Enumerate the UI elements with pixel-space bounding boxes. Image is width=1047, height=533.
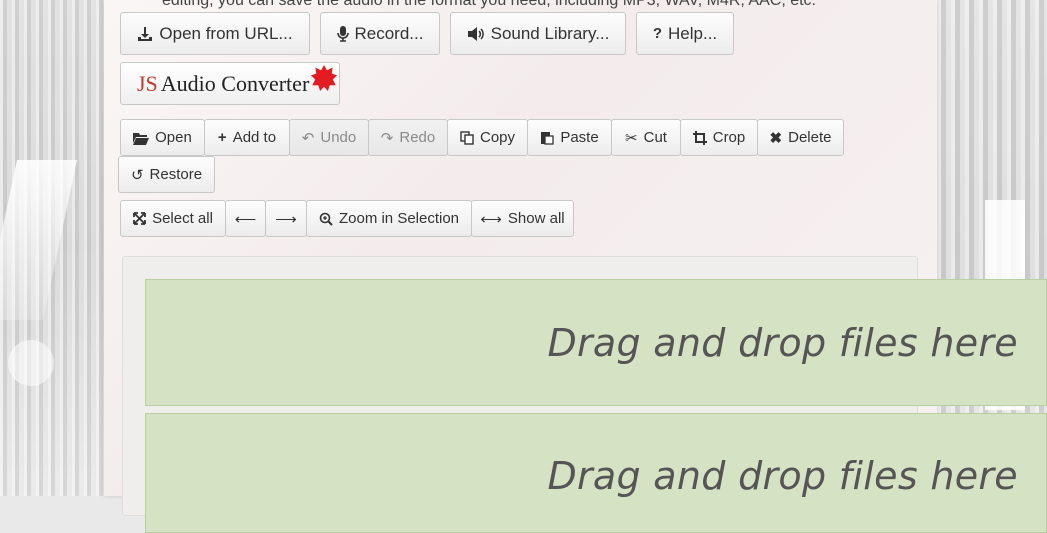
expand-icon	[133, 212, 146, 225]
arrow-right-icon: ⟶	[275, 210, 297, 228]
horizontal-arrows-icon: ⟷	[480, 210, 502, 228]
paste-icon	[540, 130, 554, 145]
music-note-decoration	[0, 160, 78, 320]
music-note-decoration	[8, 340, 54, 386]
sound-library-button[interactable]: Sound Library...	[450, 12, 626, 55]
add-to-button[interactable]: + Add to	[204, 119, 290, 156]
undo-icon: ↶	[301, 129, 315, 147]
microphone-icon	[336, 25, 349, 42]
drop-zone-1[interactable]: Drag and drop files here	[145, 279, 1047, 406]
zoom-in-selection-button[interactable]: Zoom in Selection	[306, 200, 472, 237]
redo-icon: ↷	[380, 129, 394, 147]
crop-icon	[692, 130, 707, 145]
paste-button[interactable]: Paste	[527, 119, 612, 156]
arrow-left-icon: ⟵	[234, 210, 257, 228]
redo-button[interactable]: ↷ Redo	[368, 119, 448, 156]
open-button[interactable]: Open	[120, 119, 205, 156]
copy-button[interactable]: Copy	[447, 119, 528, 156]
restore-button[interactable]: ↺ Restore	[118, 156, 215, 193]
zoom-in-icon	[319, 212, 333, 226]
cut-button[interactable]: ✂ Cut	[611, 119, 681, 156]
download-icon	[137, 26, 153, 42]
select-all-button[interactable]: Select all	[120, 200, 226, 237]
restore-icon: ↺	[130, 166, 144, 184]
open-from-url-button[interactable]: Open from URL...	[120, 12, 310, 55]
copy-icon	[460, 130, 474, 145]
show-all-button[interactable]: ⟷ Show all	[471, 200, 574, 237]
intro-text: editing, you can save the audio in the f…	[162, 0, 816, 9]
drop-zone-2[interactable]: Drag and drop files here	[145, 413, 1047, 533]
undo-button[interactable]: ↶ Undo	[289, 119, 369, 156]
question-icon: ?	[652, 25, 663, 42]
help-button[interactable]: ? Help...	[636, 12, 734, 55]
app-logo: JS Audio Converter	[120, 62, 340, 105]
folder-open-icon	[133, 131, 150, 145]
crop-button[interactable]: Crop	[680, 119, 758, 156]
scroll-right-button[interactable]: ⟶	[265, 200, 307, 237]
page-background-left	[0, 0, 104, 496]
scroll-left-button[interactable]: ⟵	[225, 200, 266, 237]
scissors-icon: ✂	[625, 129, 638, 147]
delete-button[interactable]: ✖ Delete	[757, 119, 844, 156]
record-button[interactable]: Record...	[320, 12, 440, 55]
close-icon: ✖	[769, 129, 783, 147]
new-badge-icon	[311, 65, 337, 91]
plus-icon: +	[217, 129, 227, 146]
speaker-icon	[467, 26, 485, 42]
